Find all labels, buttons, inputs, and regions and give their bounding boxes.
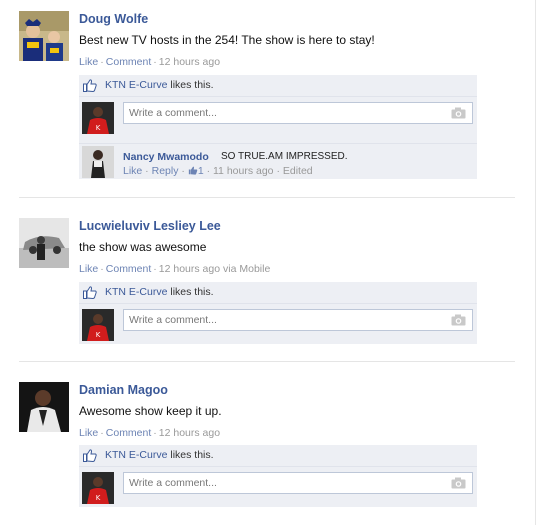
thumbs-up-icon: [83, 449, 97, 462]
post-author[interactable]: Doug Wolfe: [79, 11, 148, 27]
reply-comment: Nancy Mwamodo SO TRUE.AM IMPRESSED. Like…: [79, 143, 477, 178]
comment-placeholder: Write a comment...: [129, 107, 217, 119]
post-meta: Like · Comment · 12 hours ago: [79, 56, 221, 68]
avatar-photo-icon: [19, 11, 69, 61]
post-text: Awesome show keep it up.: [79, 404, 222, 418]
write-comment-input[interactable]: Write a comment...: [123, 472, 473, 494]
like-link[interactable]: Like: [79, 263, 98, 275]
avatar[interactable]: [19, 382, 69, 432]
post-meta: Like · Comment · 12 hours ago via Mobile: [79, 263, 271, 275]
post-damian-magoo: Damian Magoo Awesome show keep it up. Li…: [19, 382, 515, 510]
post-text: Best new TV hosts in the 254! The show i…: [79, 33, 375, 47]
post-divider: [19, 361, 515, 362]
likes-suffix: likes this.: [167, 286, 214, 298]
reply-avatar[interactable]: [82, 146, 114, 178]
likes-row: KTN E-Curve likes this.: [79, 445, 477, 467]
reply-author[interactable]: Nancy Mwamodo: [123, 151, 209, 163]
likes-row: KTN E-Curve likes this.: [79, 282, 477, 304]
post-author[interactable]: Damian Magoo: [79, 382, 168, 398]
likes-suffix: likes this.: [167, 449, 214, 461]
comment-placeholder: Write a comment...: [129, 314, 217, 326]
svg-text:K: K: [96, 331, 101, 339]
comments-box: KTN E-Curve likes this. K Write a commen…: [79, 282, 477, 344]
post-divider: [19, 197, 515, 198]
comments-box: KTN E-Curve likes this. K Write a commen…: [79, 445, 477, 507]
post-text: the show was awesome: [79, 240, 207, 254]
camera-icon[interactable]: [451, 477, 466, 489]
post-lucwieluviv-lesliey-lee: Lucwieluviv Lesliey Lee the show was awe…: [19, 218, 515, 346]
avatar[interactable]: [19, 218, 69, 268]
thumbs-up-icon: [83, 79, 97, 92]
post-meta: Like · Comment · 12 hours ago: [79, 427, 221, 439]
post-timestamp[interactable]: 12 hours ago: [159, 56, 220, 68]
comment-link[interactable]: Comment: [106, 56, 152, 68]
avatar-photo-icon: [19, 218, 69, 268]
likers-link[interactable]: KTN E-Curve: [105, 79, 167, 91]
write-comment-row: K Write a comment...: [79, 98, 477, 136]
comment-placeholder: Write a comment...: [129, 477, 217, 489]
svg-text:K: K: [96, 124, 101, 132]
viewer-avatar: K: [82, 472, 114, 504]
likers-link[interactable]: KTN E-Curve: [105, 449, 167, 461]
like-link[interactable]: Like: [79, 56, 98, 68]
write-comment-row: K Write a comment...: [79, 305, 477, 343]
viewer-avatar-icon: K: [82, 102, 114, 134]
post-timestamp[interactable]: 12 hours ago: [159, 427, 220, 439]
post-timestamp[interactable]: 12 hours ago: [159, 263, 220, 275]
comment-link[interactable]: Comment: [106, 263, 152, 275]
reply-meta: Like · Reply · 1 · 11 hours ago · Edited: [123, 165, 313, 177]
reply-timestamp[interactable]: 11 hours ago: [213, 165, 274, 177]
comments-box: KTN E-Curve likes this. K Write a commen…: [79, 75, 477, 179]
camera-icon[interactable]: [451, 314, 466, 326]
like-link[interactable]: Like: [79, 427, 98, 439]
via-mobile: via Mobile: [223, 263, 271, 275]
viewer-avatar: K: [82, 102, 114, 134]
write-comment-row: K Write a comment...: [79, 468, 477, 506]
viewer-avatar-icon: K: [82, 472, 114, 504]
likes-suffix: likes this.: [167, 79, 214, 91]
viewer-avatar-icon: K: [82, 309, 114, 341]
camera-icon[interactable]: [451, 107, 466, 119]
reply-like-link[interactable]: Like: [123, 165, 142, 177]
thumbs-up-icon: [188, 166, 198, 175]
likers-link[interactable]: KTN E-Curve: [105, 286, 167, 298]
avatar-photo-icon: [19, 382, 69, 432]
post-doug-wolfe: Doug Wolfe Best new TV hosts in the 254!…: [19, 11, 515, 181]
svg-text:K: K: [96, 494, 101, 502]
reply-text: SO TRUE.AM IMPRESSED.: [221, 151, 348, 162]
comment-feed: Doug Wolfe Best new TV hosts in the 254!…: [0, 0, 536, 525]
comment-link[interactable]: Comment: [106, 427, 152, 439]
write-comment-input[interactable]: Write a comment...: [123, 102, 473, 124]
avatar[interactable]: [19, 11, 69, 61]
reply-link[interactable]: Reply: [152, 165, 179, 177]
write-comment-input[interactable]: Write a comment...: [123, 309, 473, 331]
viewer-avatar: K: [82, 309, 114, 341]
likes-row: KTN E-Curve likes this.: [79, 75, 477, 97]
reply-avatar-icon: [82, 146, 114, 178]
post-author[interactable]: Lucwieluviv Lesliey Lee: [79, 218, 221, 234]
thumbs-up-icon: [83, 286, 97, 299]
edited-label: Edited: [282, 165, 313, 177]
